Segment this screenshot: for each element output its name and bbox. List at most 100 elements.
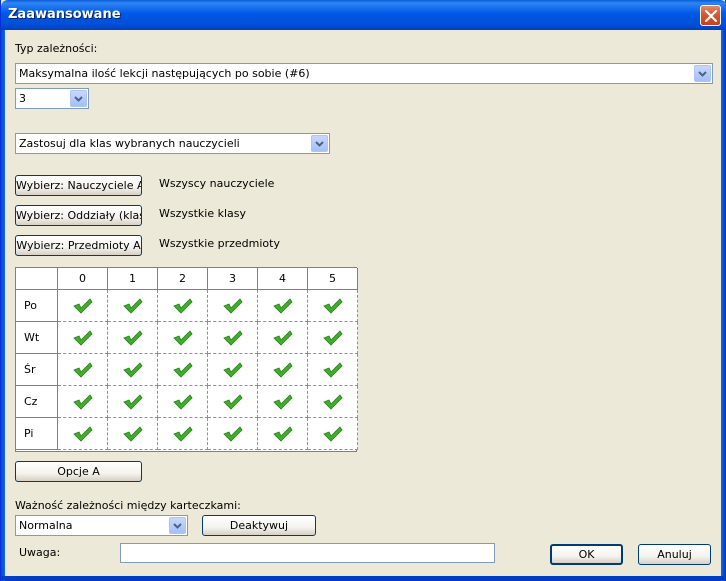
deactivate-button[interactable]: Deaktywuj bbox=[202, 515, 316, 536]
count-select[interactable]: 3 bbox=[15, 88, 89, 109]
note-label: Uwaga: bbox=[19, 546, 61, 559]
grid-cell[interactable] bbox=[308, 418, 358, 450]
checkmark-icon bbox=[273, 426, 293, 442]
grid-row-header[interactable]: Po bbox=[16, 290, 58, 322]
window-frame-right bbox=[721, 30, 725, 581]
grid-column-header[interactable]: 4 bbox=[258, 268, 308, 290]
checkmark-icon bbox=[173, 362, 193, 378]
grid-cell[interactable] bbox=[258, 290, 308, 322]
grid-column-header[interactable]: 0 bbox=[58, 268, 108, 290]
grid-cell[interactable] bbox=[158, 418, 208, 450]
checkmark-icon bbox=[123, 362, 143, 378]
grid-cell[interactable] bbox=[58, 386, 108, 418]
grid-cell[interactable] bbox=[208, 322, 258, 354]
grid-cell[interactable] bbox=[108, 418, 158, 450]
grid-column-header[interactable]: 5 bbox=[308, 268, 358, 290]
grid-cell[interactable] bbox=[258, 418, 308, 450]
grid-cell[interactable] bbox=[108, 322, 158, 354]
grid-cell[interactable] bbox=[308, 354, 358, 386]
checkmark-icon bbox=[173, 298, 193, 314]
grid-cell[interactable] bbox=[258, 322, 308, 354]
grid-row-header[interactable]: Pi bbox=[16, 418, 58, 450]
grid-cell[interactable] bbox=[208, 386, 258, 418]
grid-cell[interactable] bbox=[308, 386, 358, 418]
count-value: 3 bbox=[19, 92, 26, 105]
options-button[interactable]: Opcje A bbox=[15, 461, 142, 482]
grid-cell[interactable] bbox=[158, 386, 208, 418]
select-teachers-button[interactable]: Wybierz: Nauczyciele A bbox=[15, 175, 142, 196]
checkmark-icon bbox=[173, 330, 193, 346]
ok-button[interactable]: OK bbox=[550, 544, 623, 565]
checkmark-icon bbox=[173, 394, 193, 410]
chevron-down-icon[interactable] bbox=[70, 90, 87, 107]
selected-classes-text: Wszystkie klasy bbox=[159, 207, 247, 220]
select-classes-button[interactable]: Wybierz: Oddziały (klasy) A bbox=[15, 205, 142, 226]
window-title: Zaawansowane bbox=[8, 7, 121, 22]
checkmark-icon bbox=[323, 394, 343, 410]
window-frame-left bbox=[1, 30, 5, 581]
checkmark-icon bbox=[123, 394, 143, 410]
chevron-down-icon[interactable] bbox=[694, 65, 711, 82]
apply-scope-value: Zastosuj dla klas wybranych nauczycieli bbox=[19, 137, 240, 150]
grid-corner bbox=[16, 268, 58, 290]
checkmark-icon bbox=[223, 362, 243, 378]
grid-cell[interactable] bbox=[58, 322, 108, 354]
grid-row-header[interactable]: Śr bbox=[16, 354, 58, 386]
grid-cell[interactable] bbox=[308, 290, 358, 322]
checkmark-icon bbox=[273, 298, 293, 314]
checkmark-icon bbox=[323, 426, 343, 442]
selected-subjects-text: Wszystkie przedmioty bbox=[159, 237, 280, 250]
grid-column-header[interactable]: 3 bbox=[208, 268, 258, 290]
checkmark-icon bbox=[173, 426, 193, 442]
grid-row-header[interactable]: Wt bbox=[16, 322, 58, 354]
checkmark-icon bbox=[273, 394, 293, 410]
grid-cell[interactable] bbox=[208, 290, 258, 322]
window-frame-bottom bbox=[1, 576, 726, 580]
checkmark-icon bbox=[73, 394, 93, 410]
checkmark-icon bbox=[323, 362, 343, 378]
checkmark-icon bbox=[123, 330, 143, 346]
grid-column-header[interactable]: 2 bbox=[158, 268, 208, 290]
dialog-window: Zaawansowane Typ zależności: Maksymalna … bbox=[0, 0, 726, 581]
grid-cell[interactable] bbox=[108, 386, 158, 418]
grid-cell[interactable] bbox=[208, 418, 258, 450]
select-subjects-button[interactable]: Wybierz: Przedmioty A bbox=[15, 235, 142, 256]
grid-cell[interactable] bbox=[158, 290, 208, 322]
grid-cell[interactable] bbox=[258, 386, 308, 418]
selected-teachers-text: Wszyscy nauczyciele bbox=[159, 177, 275, 190]
importance-value: Normalna bbox=[19, 519, 73, 532]
chevron-down-icon[interactable] bbox=[169, 517, 186, 534]
dependency-type-label: Typ zależności: bbox=[15, 42, 98, 55]
grid-cell[interactable] bbox=[258, 354, 308, 386]
title-bar[interactable]: Zaawansowane bbox=[1, 0, 726, 30]
close-icon bbox=[705, 10, 717, 22]
dependency-type-select[interactable]: Maksymalna ilość lekcji następujących po… bbox=[15, 63, 713, 84]
importance-select[interactable]: Normalna bbox=[15, 515, 188, 536]
chevron-down-icon[interactable] bbox=[311, 135, 328, 152]
apply-scope-select[interactable]: Zastosuj dla klas wybranych nauczycieli bbox=[15, 133, 330, 154]
cancel-button[interactable]: Anuluj bbox=[638, 544, 711, 565]
grid-cell[interactable] bbox=[58, 418, 108, 450]
grid-cell[interactable] bbox=[308, 322, 358, 354]
checkmark-icon bbox=[273, 362, 293, 378]
checkmark-icon bbox=[73, 362, 93, 378]
checkmark-icon bbox=[73, 330, 93, 346]
checkmark-icon bbox=[223, 394, 243, 410]
grid-cell[interactable] bbox=[108, 290, 158, 322]
grid-cell[interactable] bbox=[208, 354, 258, 386]
grid-cell[interactable] bbox=[108, 354, 158, 386]
grid-column-header[interactable]: 1 bbox=[108, 268, 158, 290]
checkmark-icon bbox=[123, 426, 143, 442]
grid-cell[interactable] bbox=[58, 354, 108, 386]
close-button[interactable] bbox=[700, 5, 721, 26]
checkmark-icon bbox=[73, 426, 93, 442]
grid-row-header[interactable]: Cz bbox=[16, 386, 58, 418]
checkmark-icon bbox=[223, 298, 243, 314]
schedule-grid: 0 1 2 3 4 5 Po Wt Śr Cz Pi bbox=[15, 267, 358, 452]
checkmark-icon bbox=[323, 298, 343, 314]
grid-cell[interactable] bbox=[58, 290, 108, 322]
grid-cell[interactable] bbox=[158, 354, 208, 386]
checkmark-icon bbox=[123, 298, 143, 314]
note-input[interactable] bbox=[120, 543, 495, 563]
grid-cell[interactable] bbox=[158, 322, 208, 354]
